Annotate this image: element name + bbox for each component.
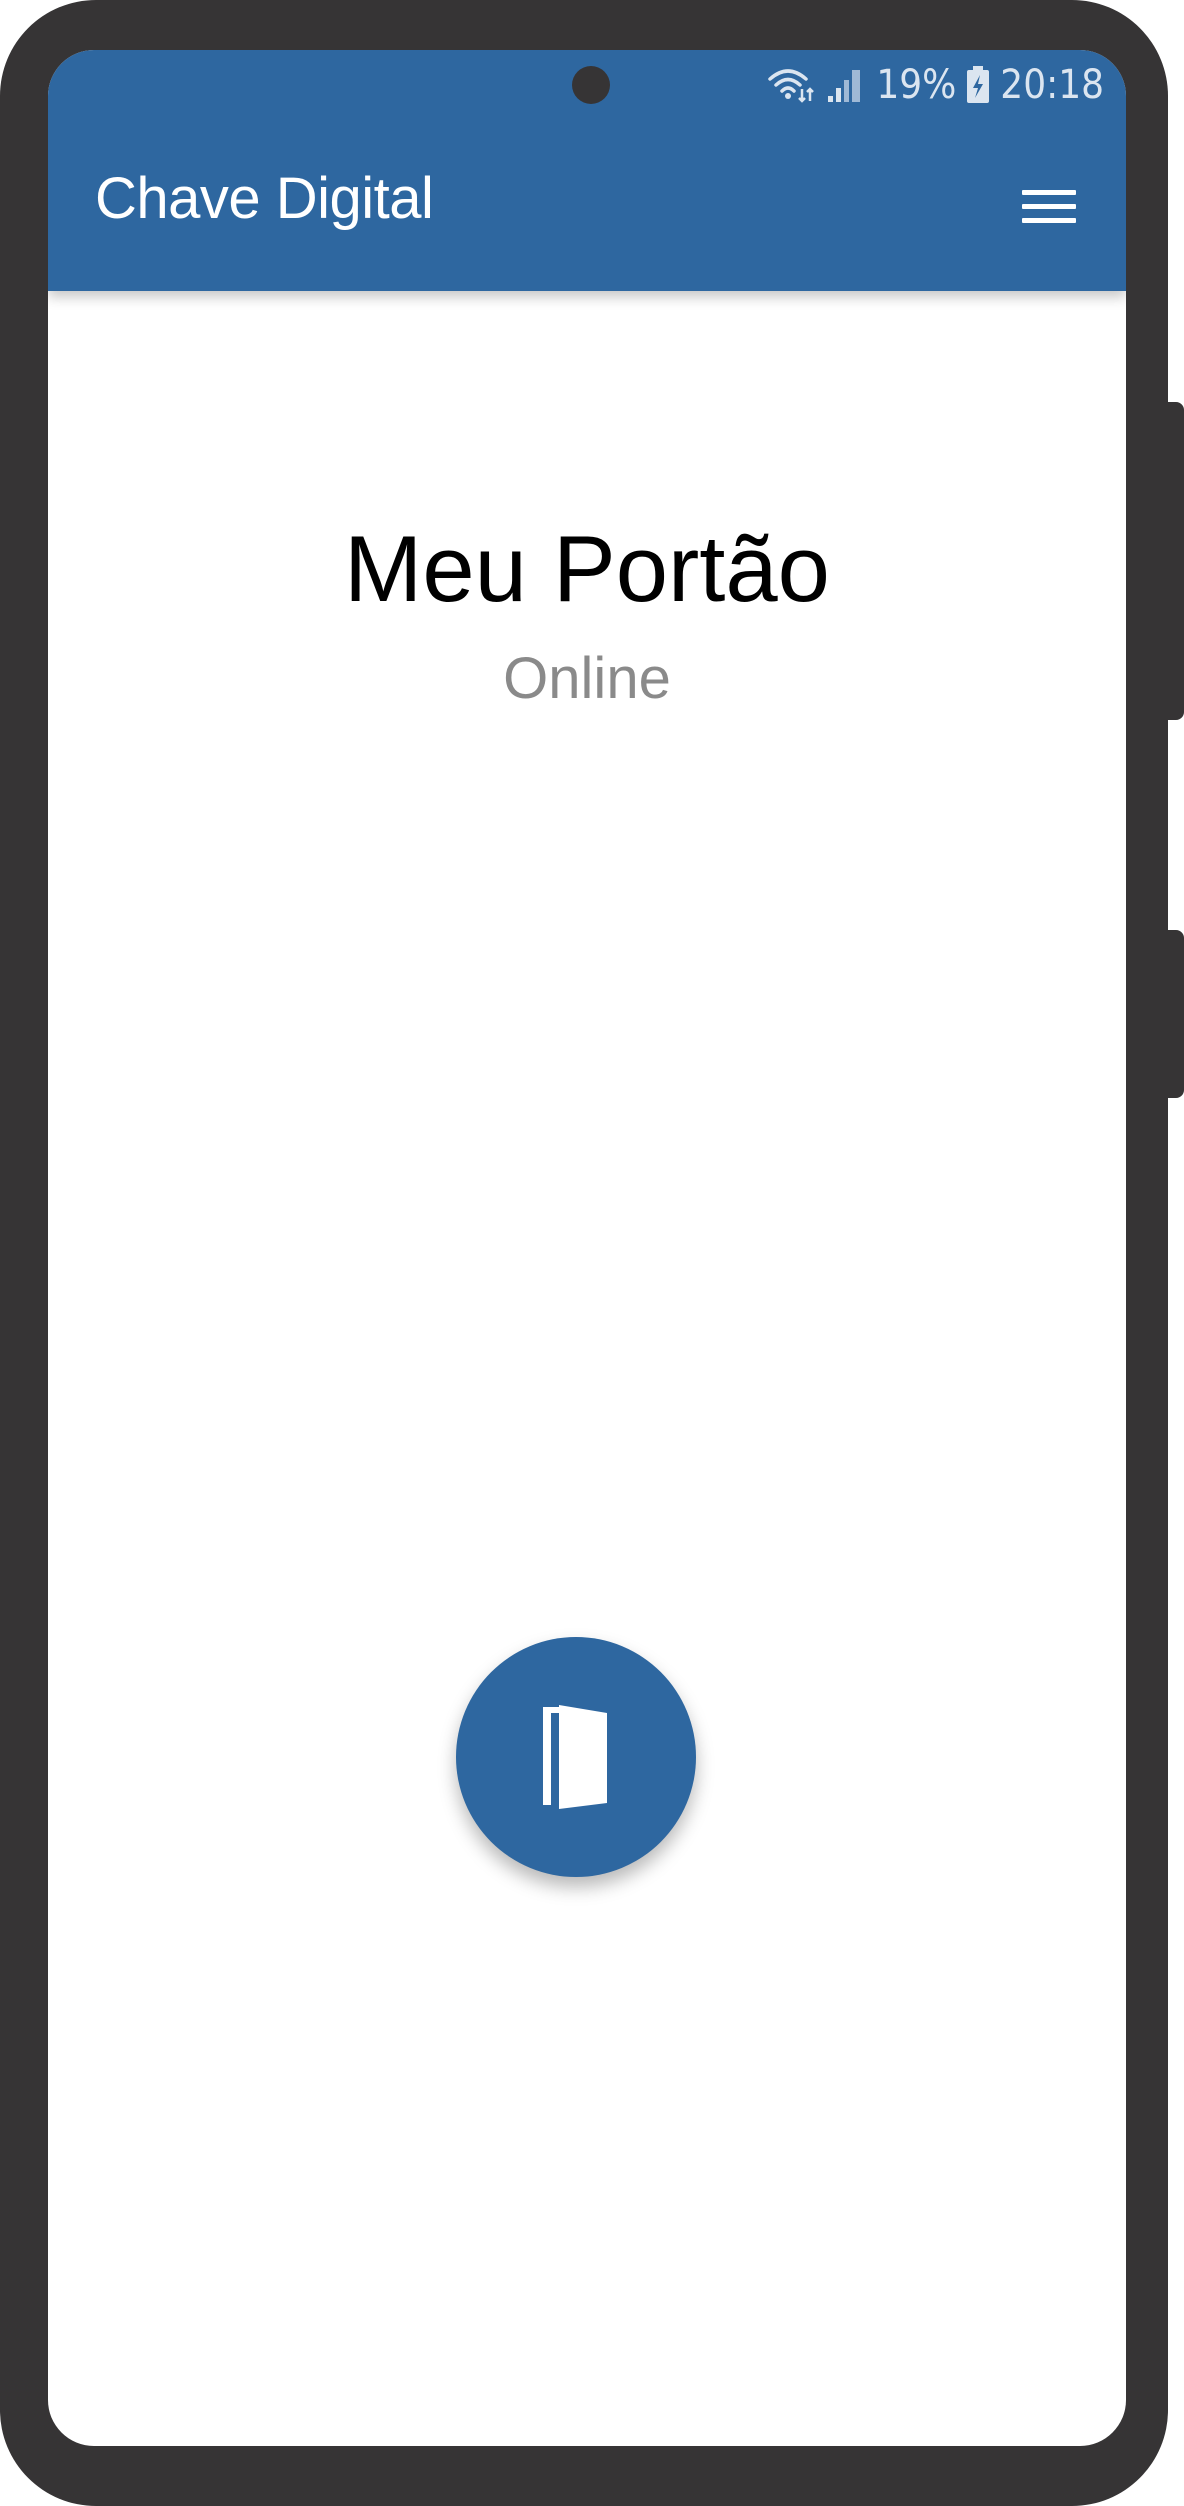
open-gate-button[interactable]	[456, 1637, 696, 1877]
device-status: Online	[503, 646, 671, 711]
battery-percent: 19%	[876, 62, 957, 108]
wifi-icon	[766, 65, 816, 105]
clock: 20:18	[1000, 62, 1104, 108]
door-open-icon	[543, 1705, 607, 1809]
app-title: Chave Digital	[95, 166, 434, 231]
power-button	[1164, 930, 1184, 1098]
hamburger-menu-icon[interactable]	[1018, 184, 1078, 230]
volume-button	[1164, 402, 1184, 720]
cell-signal-icon	[826, 66, 866, 104]
app-bar: 19% 20:18 Chave Digital	[48, 50, 1126, 291]
device-name: Meu Portão	[344, 516, 830, 621]
screen: 19% 20:18 Chave Digital Meu Portão Onlin…	[48, 50, 1126, 2446]
battery-charging-icon	[966, 66, 990, 104]
front-camera	[572, 66, 610, 104]
status-bar: 19% 20:18	[766, 60, 1104, 110]
